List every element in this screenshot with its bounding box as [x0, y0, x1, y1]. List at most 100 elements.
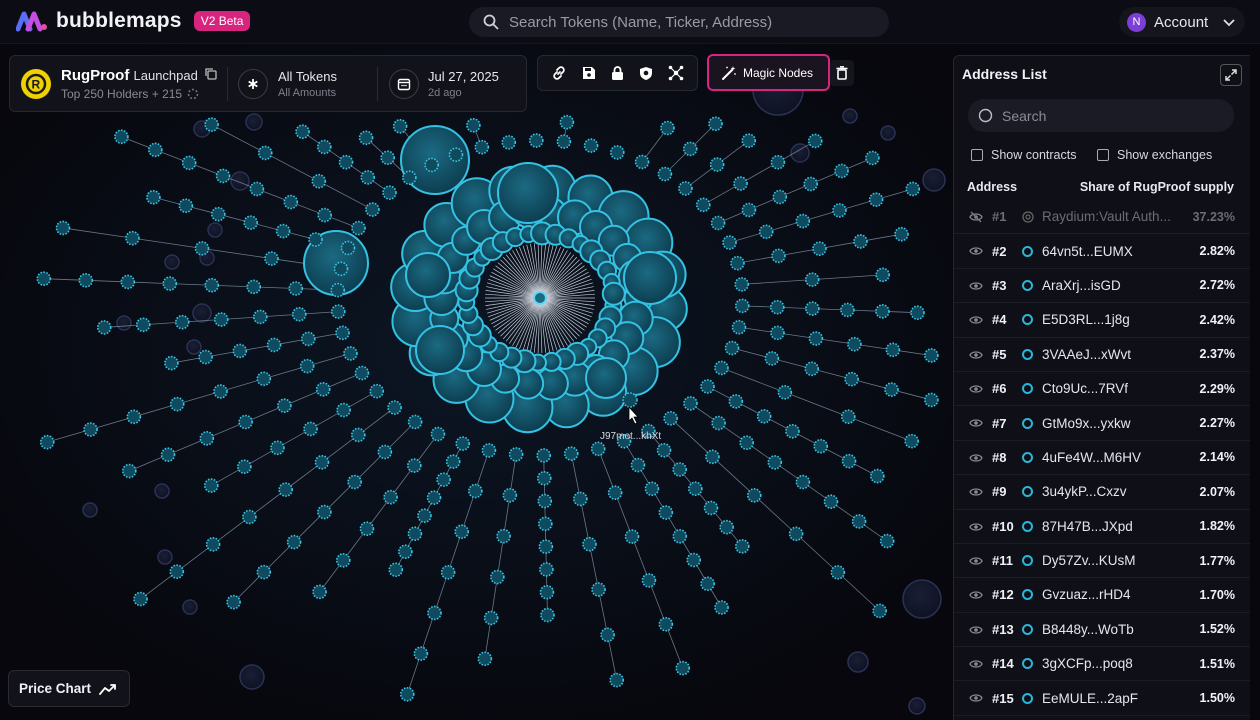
shield-icon[interactable] [639, 66, 653, 81]
address-row[interactable]: #1 Raydium:Vault Auth... 37.23% [954, 200, 1250, 235]
holder-bubble[interactable] [283, 194, 299, 210]
holder-bubble[interactable] [767, 455, 783, 470]
holder-bubble[interactable] [739, 435, 754, 451]
holder-bubble[interactable] [288, 281, 304, 296]
holder-bubble[interactable] [556, 134, 572, 149]
holder-bubble[interactable] [239, 664, 265, 690]
holder-bubble[interactable] [734, 277, 750, 292]
holder-bubble[interactable] [295, 124, 310, 140]
eye-icon[interactable] [969, 624, 983, 636]
holder-bubble[interactable] [181, 155, 197, 171]
holder-bubble[interactable] [728, 394, 744, 409]
holder-bubble[interactable] [528, 133, 544, 148]
holder-bubble[interactable] [540, 607, 555, 623]
holder-bubble[interactable] [347, 474, 362, 490]
holder-bubble[interactable] [213, 312, 229, 327]
holder-bubble[interactable] [204, 117, 219, 132]
address-row[interactable]: #2 64vn5t...EUMX 2.82% [954, 234, 1250, 269]
address-row[interactable]: #14 3gXCFp...poq8 1.51% [954, 647, 1250, 682]
holder-bubble[interactable] [198, 349, 213, 365]
holder-bubble[interactable] [277, 398, 292, 413]
expand-button[interactable] [1220, 64, 1242, 86]
holder-bubble[interactable] [563, 446, 579, 461]
token-search[interactable] [469, 7, 889, 37]
holder-bubble[interactable] [644, 481, 660, 497]
holder-bubble[interactable] [317, 504, 332, 520]
holder-bubble[interactable] [808, 331, 824, 346]
eye-icon[interactable] [969, 245, 983, 257]
holder-bubble[interactable] [232, 343, 248, 359]
holder-bubble[interactable] [711, 415, 726, 431]
holder-bubble[interactable] [724, 340, 740, 356]
holder-bubble[interactable] [210, 206, 226, 222]
price-chart-button[interactable]: Price Chart [8, 670, 130, 707]
holder-bubble[interactable] [120, 274, 136, 290]
holder-bubble[interactable] [884, 382, 899, 397]
holder-bubble[interactable] [121, 463, 137, 479]
holder-bubble[interactable] [359, 521, 375, 537]
holder-bubble[interactable] [116, 315, 132, 331]
holder-bubble[interactable] [303, 421, 318, 437]
holder-bubble[interactable] [407, 526, 423, 542]
holder-bubble[interactable] [847, 336, 862, 352]
holder-bubble[interactable] [656, 442, 672, 458]
holder-bubble[interactable] [182, 599, 198, 615]
magic-nodes-button[interactable]: Magic Nodes [707, 54, 830, 91]
show-contracts-checkbox[interactable] [971, 149, 983, 161]
holder-bubble[interactable] [834, 163, 849, 179]
holder-bubble[interactable] [795, 474, 811, 490]
holder-bubble[interactable] [365, 202, 380, 217]
holder-bubble[interactable] [722, 235, 737, 250]
holder-bubble[interactable] [192, 303, 212, 323]
holder-bubble[interactable] [300, 331, 316, 347]
holder-bubble[interactable] [286, 534, 302, 550]
holder-bubble[interactable] [785, 423, 800, 439]
holder-bubble[interactable] [398, 544, 413, 560]
holder-bubble[interactable] [330, 282, 346, 298]
holder-bubble[interactable] [741, 202, 757, 218]
holder-bubble[interactable] [695, 197, 711, 213]
holder-bubble[interactable] [96, 320, 112, 335]
holder-bubble[interactable] [257, 145, 273, 161]
holder-bubble[interactable] [875, 304, 890, 319]
holder-bubble[interactable] [585, 357, 627, 399]
eye-icon[interactable] [969, 383, 983, 395]
holder-bubble[interactable] [885, 342, 901, 358]
address-row[interactable]: #13 B8448y...WoTb 1.52% [954, 613, 1250, 648]
holder-bubble[interactable] [330, 304, 346, 319]
lock-icon[interactable] [611, 65, 624, 81]
holder-bubble[interactable] [205, 537, 221, 552]
holder-bubble[interactable] [291, 306, 307, 322]
holder-bubble[interactable] [536, 448, 552, 463]
holder-bubble[interactable] [709, 157, 725, 172]
holder-bubble[interactable] [275, 223, 291, 239]
holder-bubble[interactable] [407, 414, 423, 430]
holder-bubble[interactable] [733, 176, 748, 191]
holder-bubble[interactable] [399, 686, 415, 702]
holder-bubble[interactable] [840, 302, 855, 318]
holder-bubble[interactable] [169, 564, 185, 579]
holder-bubble[interactable] [154, 483, 170, 499]
holder-bubble[interactable] [734, 539, 750, 554]
eye-icon[interactable] [969, 589, 983, 601]
holder-bubble[interactable] [380, 150, 396, 166]
holder-bubble[interactable] [777, 385, 793, 400]
holder-bubble[interactable] [204, 277, 220, 293]
eye-icon[interactable] [969, 486, 983, 498]
clear-button[interactable] [830, 60, 854, 86]
holder-bubble[interactable] [658, 505, 674, 520]
holder-bubble[interactable] [804, 272, 820, 287]
holder-bubble[interactable] [114, 129, 129, 145]
holder-bubble[interactable] [537, 493, 553, 509]
show-exchanges-toggle[interactable]: Show exchanges [1097, 148, 1212, 162]
holder-bubble[interactable] [924, 348, 939, 363]
holder-bubble[interactable] [842, 108, 858, 124]
holder-bubble[interactable] [688, 481, 703, 497]
holder-bubble[interactable] [770, 154, 786, 170]
holder-bubble[interactable] [600, 627, 615, 643]
holder-bubble[interactable] [805, 301, 820, 316]
address-search[interactable] [968, 99, 1234, 132]
holder-bubble[interactable] [908, 697, 926, 715]
eye-icon[interactable] [969, 521, 983, 533]
holder-bubble[interactable] [823, 494, 839, 510]
